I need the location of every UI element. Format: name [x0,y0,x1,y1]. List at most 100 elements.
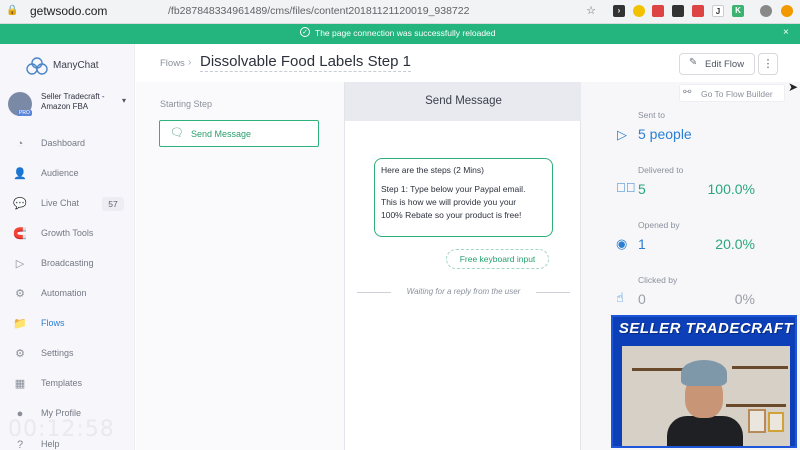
lock-icon: 🔒 [6,5,19,16]
sidebar-item-audience[interactable]: 👤 Audience [0,163,135,185]
browser-menu-icon[interactable] [781,5,793,17]
url-host[interactable]: getwsodo.com [30,4,107,18]
chevron-right-icon: › [188,57,192,68]
flow-builder-icon: ⚯ [683,87,692,98]
person-body [667,416,743,446]
message-line: This is how we will provide you your [381,197,517,207]
shelf [732,366,788,369]
url-path[interactable]: /fb287848334961489/cms/files/content2018… [168,5,469,17]
waiting-for-reply-text: Waiting for a reply from the user [406,287,521,296]
free-keyboard-input-pill[interactable]: Free keyboard input [446,249,549,269]
beanie [681,360,727,386]
delivered-percent: 100.0% [707,181,755,197]
shelf [632,368,688,371]
bookmark-star-icon[interactable]: ☆ [585,5,597,17]
dashboard-icon: ◔ [16,138,24,150]
extension-icon[interactable]: J [712,5,724,17]
sidebar-item-label: Templates [41,378,83,388]
sidebar-item-settings[interactable]: ⚙ Settings [0,343,135,365]
broadcasting-icon: ▷ [15,258,25,270]
automation-icon: ⚙ [15,288,25,300]
page-header: Flows › Dissolvable Food Labels Step 1 ✎… [136,44,800,82]
message-icon: 🗨 [170,127,184,139]
app-root: 🔒 getwsodo.com /fb287848334961489/cms/fi… [0,0,800,450]
notification-message: The page connection was successfully rel… [315,28,496,38]
message-preview: Send Message Here are the steps (2 Mins)… [344,82,582,450]
message-bubble[interactable]: Here are the steps (2 Mins) Step 1: Type… [374,158,553,237]
message-preview-title: Send Message [425,95,502,107]
send-icon: ▷ [617,127,627,142]
sidebar-item-templates[interactable]: ▦ Templates [0,373,135,395]
extension-icon[interactable]: › [613,5,625,17]
starting-step-card[interactable]: 🗨 Send Message [159,120,319,147]
flows-icon: 📁 [13,318,27,330]
delivered-label: Delivered to [638,165,684,175]
sidebar-item-label: Audience [41,168,79,178]
check-icon: ✓ [300,27,310,37]
sidebar-item-label: Automation [41,288,87,298]
sidebar-item-live-chat[interactable]: 💬 Live Chat 57 [0,193,135,215]
go-to-flow-builder-button[interactable]: ⚯ Go To Flow Builder [679,84,785,102]
starting-step-pane: Starting Step 🗨 Send Message [136,82,344,450]
sidebar-item-label: Settings [41,348,74,358]
eye-icon: ◉ [616,236,628,251]
extension-icon[interactable] [633,5,645,17]
browser-url-bar[interactable]: 🔒 getwsodo.com /fb287848334961489/cms/fi… [0,0,800,24]
sidebar-item-automation[interactable]: ⚙ Automation [0,283,135,305]
profile-avatar-icon[interactable] [760,5,772,17]
extension-icon[interactable] [652,5,664,17]
sidebar-item-broadcasting[interactable]: ▷ Broadcasting [0,253,135,275]
starting-step-label: Starting Step [160,99,213,109]
message-preview-header: Send Message [345,82,582,121]
sidebar-item-label: Broadcasting [41,258,94,268]
more-options-button[interactable]: ⋮ [758,53,778,75]
message-line: Here are the steps (2 Mins) [381,165,484,175]
clicked-percent: 0% [734,291,755,307]
templates-icon: ▦ [14,378,26,390]
webcam-title: SELLER TRADECRAFT [618,320,794,337]
webcam-video [622,346,790,446]
clicked-value: 0 [638,291,646,307]
message-line: 100% Rebate so your product is free! [381,210,522,220]
growth-tools-icon: 🧲 [13,228,27,240]
audience-icon: 👤 [13,168,27,180]
live-chat-icon: 💬 [13,198,27,210]
pro-badge: PRO [17,110,32,116]
manychat-logo-icon[interactable] [26,56,48,76]
settings-icon: ⚙ [15,348,25,360]
notification-bar: ✓ The page connection was successfully r… [0,24,800,44]
page-title[interactable]: Dissolvable Food Labels Step 1 [200,53,411,72]
sidebar-item-growth-tools[interactable]: 🧲 Growth Tools [0,223,135,245]
sidebar: ManyChat PRO Seller Tradecraft - Amazon … [0,44,135,450]
message-line: Step 1: Type below your Paypal email. [381,184,526,194]
clicked-label: Clicked by [638,275,678,285]
edit-flow-button[interactable]: ✎ Edit Flow [679,53,755,75]
opened-percent: 20.0% [715,236,755,252]
brand-name: ManyChat [53,60,99,71]
pencil-icon: ✎ [689,57,698,68]
sidebar-item-dashboard[interactable]: ◔ Dashboard [0,133,135,155]
chevron-down-icon[interactable]: ▾ [122,96,126,105]
account-name[interactable]: Seller Tradecraft - Amazon FBA [41,92,113,112]
sidebar-item-label: Live Chat [41,198,80,208]
extension-icon[interactable]: K [732,5,744,17]
breadcrumb-flows[interactable]: Flows [160,58,185,69]
webcam-overlay: SELLER TRADECRAFT [611,315,797,448]
opened-label: Opened by [638,220,680,230]
picture-frame [768,412,784,432]
sidebar-item-label: Flows [41,318,65,328]
edit-flow-label: Edit Flow [705,59,745,70]
go-to-flow-builder-label: Go To Flow Builder [701,89,773,99]
sidebar-item-label: Dashboard [41,138,86,148]
close-icon[interactable]: × [783,27,789,38]
extension-icon[interactable] [692,5,704,17]
sent-value: 5 people [638,126,692,142]
extension-icon[interactable] [672,5,684,17]
sidebar-item-label: Growth Tools [41,228,94,238]
opened-value: 1 [638,236,646,252]
starting-step-name: Send Message [191,129,252,139]
mouse-cursor-icon: ➤ [788,80,799,94]
pointer-click-icon: ☝ [616,290,624,305]
sidebar-item-flows[interactable]: 📁 Flows [0,313,135,335]
unread-count-badge: 57 [102,197,124,211]
